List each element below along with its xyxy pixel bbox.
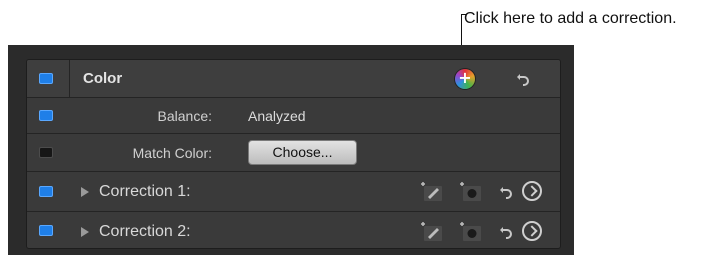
- reset-icon[interactable]: [499, 184, 513, 200]
- callout-tick: [461, 14, 466, 15]
- color-header-row: Color: [27, 60, 560, 98]
- correction-1-row: Correction 1:: [27, 172, 560, 212]
- correction-2-checkbox[interactable]: [39, 225, 53, 236]
- reset-icon[interactable]: [516, 71, 530, 87]
- correction-2-label: Correction 2:: [99, 223, 191, 240]
- shape-mask-icon[interactable]: [458, 181, 484, 203]
- section-title: Color: [83, 70, 123, 87]
- color-mask-icon[interactable]: [419, 181, 445, 203]
- disclosure-triangle-icon[interactable]: [81, 227, 89, 237]
- disclosure-triangle-icon[interactable]: [81, 187, 89, 197]
- callout-text: Click here to add a correction.: [464, 10, 677, 27]
- go-to-arrow-icon[interactable]: [522, 221, 542, 241]
- color-enable-checkbox[interactable]: [39, 72, 53, 84]
- balance-row: Balance: Analyzed: [27, 98, 560, 134]
- correction-1-label: Correction 1:: [99, 183, 191, 200]
- balance-label: Balance:: [157, 108, 212, 124]
- checkbox-column: [27, 172, 70, 211]
- color-inspector-panel: Color Balance: Analyzed Match Color: Cho…: [8, 45, 574, 255]
- match-color-checkbox[interactable]: [39, 146, 53, 158]
- color-mask-icon[interactable]: [419, 221, 445, 243]
- reset-icon[interactable]: [499, 224, 513, 240]
- match-color-label: Match Color:: [132, 145, 212, 161]
- balance-checkbox[interactable]: [39, 109, 53, 121]
- add-correction-icon[interactable]: [455, 68, 475, 89]
- checkbox-column: [27, 98, 70, 133]
- go-to-arrow-icon[interactable]: [522, 181, 542, 201]
- balance-value: Analyzed: [248, 108, 306, 124]
- match-color-row: Match Color: Choose...: [27, 134, 560, 172]
- color-effect-section: Color Balance: Analyzed Match Color: Cho…: [26, 59, 561, 249]
- correction-2-row: Correction 2:: [27, 212, 560, 248]
- checkbox-column: [27, 134, 70, 171]
- checkbox-column: [27, 60, 70, 97]
- checkbox-column: [27, 212, 70, 248]
- shape-mask-icon[interactable]: [458, 221, 484, 243]
- choose-button[interactable]: Choose...: [248, 140, 357, 165]
- correction-1-checkbox[interactable]: [39, 185, 53, 197]
